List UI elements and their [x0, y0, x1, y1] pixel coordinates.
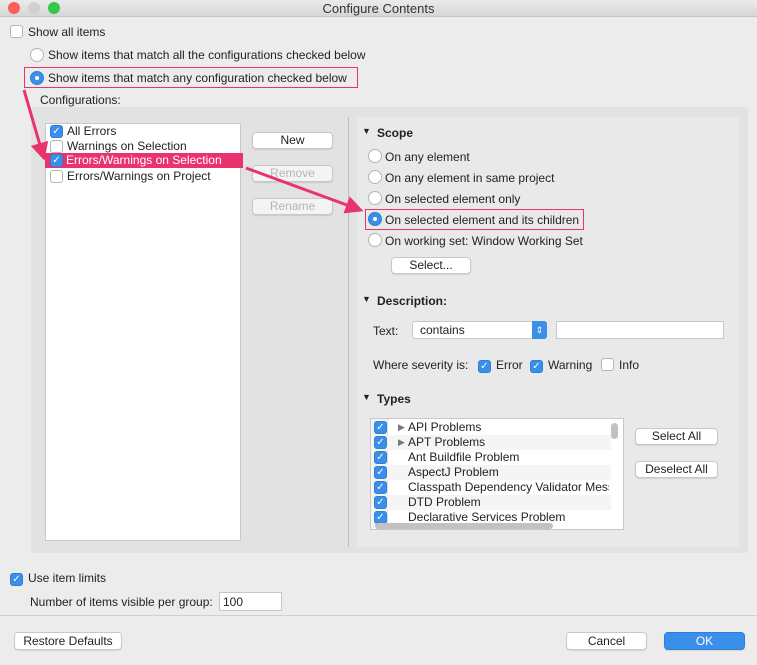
annotation-arrows	[22, 89, 364, 214]
annotation-arrow	[22, 89, 49, 161]
annotation-arrow	[245, 166, 364, 214]
